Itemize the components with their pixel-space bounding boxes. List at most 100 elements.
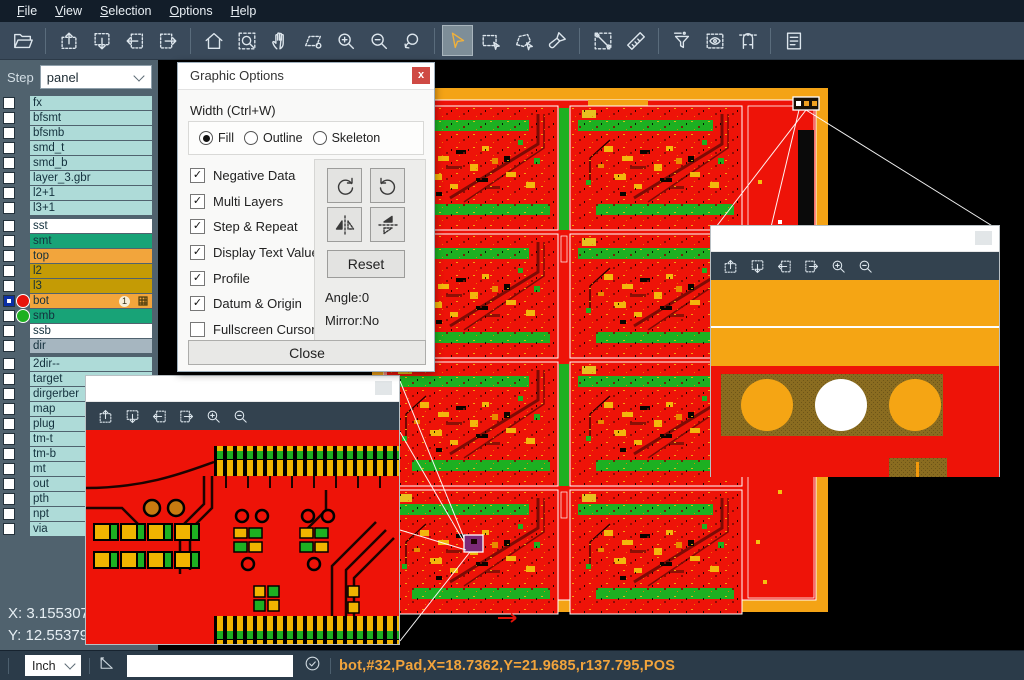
layer-row-dir[interactable]: dir — [0, 339, 158, 353]
zoom-window-button[interactable] — [231, 25, 262, 56]
snap-button[interactable] — [732, 25, 763, 56]
confirm-icon[interactable] — [303, 654, 322, 678]
layer-row-smd_b[interactable]: smd_b — [0, 156, 158, 170]
layer-visibility-checkbox[interactable] — [3, 112, 15, 124]
zoom-previous-button[interactable] — [396, 25, 427, 56]
radio-circle-icon[interactable] — [199, 131, 213, 145]
layer-name[interactable]: l3+1 — [30, 201, 152, 215]
layer-name[interactable]: bot1 — [30, 294, 152, 308]
layer-view-button[interactable] — [699, 25, 730, 56]
zoom-in-button[interactable] — [201, 404, 226, 428]
layer-visibility-checkbox[interactable] — [3, 388, 15, 400]
layer-row-bfsmb[interactable]: bfsmb — [0, 126, 158, 140]
layer-row-top[interactable]: top — [0, 249, 158, 263]
layer-visibility-checkbox[interactable] — [3, 433, 15, 445]
layer-visibility-checkbox[interactable] — [3, 493, 15, 505]
layer-visibility-checkbox[interactable] — [3, 295, 15, 307]
layer-name[interactable]: top — [30, 249, 152, 263]
dialog-titlebar[interactable]: Graphic Options x — [178, 63, 434, 90]
pan-left-button[interactable] — [772, 254, 797, 278]
menu-item-options[interactable]: Options — [160, 2, 221, 20]
checkbox-icon[interactable]: ✓ — [190, 271, 205, 286]
home-button[interactable] — [198, 25, 229, 56]
window-anchor-button[interactable] — [375, 381, 392, 395]
pan-up-button[interactable] — [718, 254, 743, 278]
layer-visibility-checkbox[interactable] — [3, 202, 15, 214]
layer-row-smt[interactable]: smt — [0, 234, 158, 248]
pan-right-button[interactable] — [152, 25, 183, 56]
layer-name[interactable]: bfsmt — [30, 111, 152, 125]
pan-left-button[interactable] — [119, 25, 150, 56]
menu-item-file[interactable]: File — [8, 2, 46, 20]
layer-name[interactable]: smt — [30, 234, 152, 248]
option-negative-data[interactable]: ✓Negative Data — [190, 163, 319, 189]
magnifier-view-detail[interactable] — [86, 430, 399, 644]
zoom-in-button[interactable] — [826, 254, 851, 278]
option-display-text-value[interactable]: ✓Display Text Value — [190, 240, 319, 266]
layer-row-l2+1[interactable]: l2+1 — [0, 186, 158, 200]
measure-distance-button[interactable] — [587, 25, 618, 56]
grid-icon[interactable] — [138, 296, 148, 306]
radio-outline[interactable]: Outline — [244, 131, 303, 145]
select-cursor-button[interactable] — [442, 25, 473, 56]
layer-row-smb[interactable]: smb — [0, 309, 158, 323]
layer-visibility-checkbox[interactable] — [3, 172, 15, 184]
option-fullscreen-cursor[interactable]: Fullscreen Cursor — [190, 317, 319, 343]
pan-down-button[interactable] — [120, 404, 145, 428]
open-file-button[interactable] — [7, 25, 38, 56]
layer-name[interactable]: layer_3.gbr — [30, 171, 152, 185]
layer-row-l2[interactable]: l2 — [0, 264, 158, 278]
filter-button[interactable] — [666, 25, 697, 56]
layer-visibility-checkbox[interactable] — [3, 358, 15, 370]
command-input[interactable] — [127, 655, 293, 677]
layer-visibility-checkbox[interactable] — [3, 280, 15, 292]
radio-circle-icon[interactable] — [313, 131, 327, 145]
magnifier-window-titlebar[interactable] — [86, 376, 399, 402]
reset-button[interactable]: Reset — [327, 250, 405, 278]
layer-name[interactable]: ssb — [30, 324, 152, 338]
option-step-repeat[interactable]: ✓Step & Repeat — [190, 214, 319, 240]
checkbox-icon[interactable]: ✓ — [190, 168, 205, 183]
brush-clean-button[interactable] — [541, 25, 572, 56]
layer-name[interactable]: dir — [30, 339, 152, 353]
layer-visibility-checkbox[interactable] — [3, 418, 15, 430]
layer-row-bfsmt[interactable]: bfsmt — [0, 111, 158, 125]
rotate-cw-button[interactable] — [327, 168, 362, 203]
angle-draw-icon[interactable] — [98, 654, 117, 678]
option-profile[interactable]: ✓Profile — [190, 265, 319, 291]
option-datum-origin[interactable]: ✓Datum & Origin — [190, 291, 319, 317]
polygon-select-button[interactable] — [508, 25, 539, 56]
checkbox-icon[interactable]: ✓ — [190, 219, 205, 234]
layer-visibility-checkbox[interactable] — [3, 463, 15, 475]
layer-visibility-checkbox[interactable] — [3, 127, 15, 139]
layer-visibility-checkbox[interactable] — [3, 508, 15, 520]
checkbox-icon[interactable]: ✓ — [190, 194, 205, 209]
layer-row-ssb[interactable]: ssb — [0, 324, 158, 338]
report-button[interactable] — [778, 25, 809, 56]
magnifier-window-pads[interactable] — [710, 225, 1000, 477]
radio-circle-icon[interactable] — [244, 131, 258, 145]
active-layer-dot-icon[interactable] — [16, 309, 30, 323]
radio-fill[interactable]: Fill — [199, 131, 234, 145]
step-select[interactable]: panel — [40, 65, 152, 89]
layer-row-l3+1[interactable]: l3+1 — [0, 201, 158, 215]
rotate-ccw-button[interactable] — [370, 168, 405, 203]
checkbox-icon[interactable]: ✓ — [190, 245, 205, 260]
option-multi-layers[interactable]: ✓Multi Layers — [190, 189, 319, 215]
zoom-out-button[interactable] — [228, 404, 253, 428]
pan-down-button[interactable] — [745, 254, 770, 278]
zoom-out-button[interactable] — [853, 254, 878, 278]
layer-name[interactable]: sst — [30, 219, 152, 233]
layer-name[interactable]: l2+1 — [30, 186, 152, 200]
layer-visibility-checkbox[interactable] — [3, 235, 15, 247]
zoom-polygon-button[interactable] — [297, 25, 328, 56]
pan-right-button[interactable] — [174, 404, 199, 428]
rect-select-button[interactable] — [475, 25, 506, 56]
ruler-button[interactable] — [620, 25, 651, 56]
layer-row-fx[interactable]: fx — [0, 96, 158, 110]
unit-select[interactable]: Inch — [25, 655, 81, 676]
hand-pan-button[interactable] — [264, 25, 295, 56]
layer-visibility-checkbox[interactable] — [3, 478, 15, 490]
pan-up-button[interactable] — [53, 25, 84, 56]
menu-item-help[interactable]: Help — [222, 2, 266, 20]
